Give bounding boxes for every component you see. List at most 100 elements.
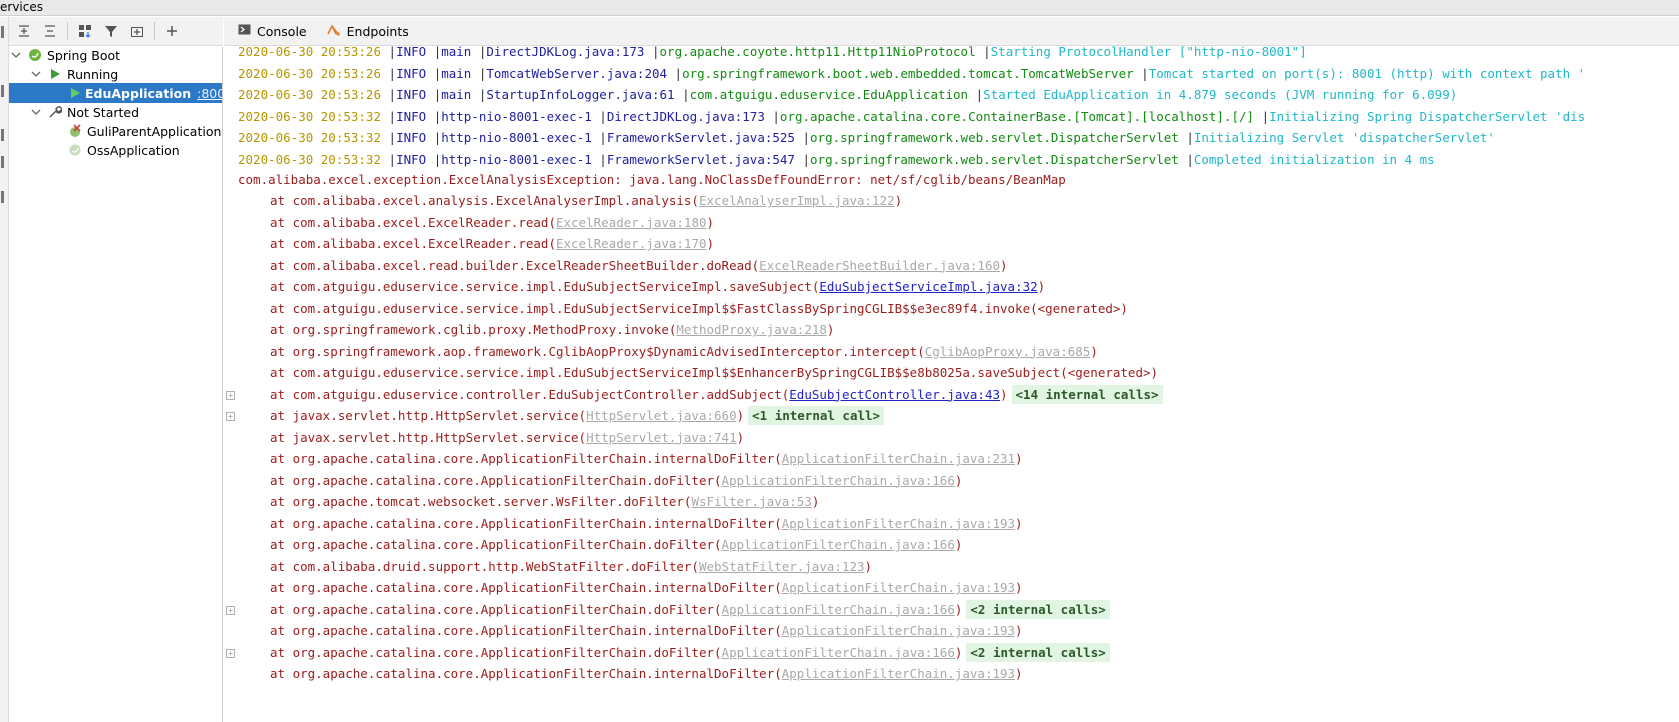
- field-separator: |: [471, 46, 487, 59]
- internal-calls-badge[interactable]: <14 internal calls>: [1011, 384, 1163, 404]
- source-link[interactable]: ApplicationFilterChain.java:193: [782, 623, 1015, 638]
- frame-tail: ): [1090, 343, 1098, 359]
- stack-frame: at org.apache.catalina.core.ApplicationF…: [238, 576, 1023, 599]
- source-link[interactable]: ApplicationFilterChain.java:193: [782, 580, 1015, 595]
- log-level: INFO: [396, 65, 427, 81]
- field-separator: |: [591, 130, 607, 145]
- source-link[interactable]: ApplicationFilterChain.java:166: [722, 645, 955, 660]
- add-service-icon[interactable]: [163, 22, 181, 40]
- log-timestamp: 2020-06-30 20:53:26: [238, 65, 381, 81]
- spring-boot-icon: [27, 47, 43, 63]
- chevron-down-icon[interactable]: [11, 50, 21, 60]
- frame-method: at com.atguigu.eduservice.service.impl.E…: [270, 279, 820, 294]
- frame-tail: ): [1000, 257, 1008, 273]
- frame-method: at com.alibaba.excel.analysis.ExcelAnaly…: [270, 193, 699, 208]
- tab-label: Console: [257, 23, 307, 39]
- field-separator: |: [794, 151, 811, 167]
- fold-expand-icon[interactable]: +: [226, 390, 235, 400]
- frame-method: at org.springframework.aop.framework.Cgl…: [270, 343, 925, 359]
- collapse-all-icon[interactable]: [41, 22, 59, 40]
- stack-frame: at org.apache.catalina.core.ApplicationF…: [238, 619, 1023, 642]
- source-link[interactable]: HttpServlet.java:741: [586, 430, 737, 445]
- group-by-icon[interactable]: [76, 22, 94, 40]
- tree-node-running[interactable]: Running: [9, 64, 222, 84]
- frame-tail: ): [706, 236, 715, 251]
- source-link[interactable]: WebStatFilter.java:123: [699, 559, 865, 574]
- source-link[interactable]: ApplicationFilterChain.java:166: [722, 602, 955, 617]
- log-source: FrameworkServlet.java:547: [606, 151, 795, 167]
- log-logger: org.springframework.boot.web.embedded.to…: [682, 65, 1134, 81]
- internal-calls-badge[interactable]: <2 internal calls>: [966, 599, 1110, 619]
- chevron-down-icon[interactable]: [31, 69, 41, 79]
- fold-expand-icon[interactable]: +: [226, 605, 235, 615]
- log-source: TomcatWebServer.java:204: [486, 65, 668, 81]
- strip-marker[interactable]: [1, 85, 4, 97]
- field-separator: |: [968, 87, 984, 102]
- new-group-icon[interactable]: [128, 22, 146, 40]
- fold-expand-icon[interactable]: +: [226, 648, 235, 658]
- tree-node-spring-boot[interactable]: Spring Boot: [9, 47, 222, 65]
- tree-node-oss-application[interactable]: OssApplication: [9, 140, 222, 160]
- frame-method: at com.alibaba.excel.ExcelReader.read(: [270, 214, 556, 230]
- source-link[interactable]: ExcelReader.java:180: [556, 215, 707, 230]
- source-link[interactable]: EduSubjectController.java:43: [789, 387, 1000, 402]
- log-timestamp: 2020-06-30 20:53:32: [238, 108, 381, 124]
- field-separator: |: [591, 151, 607, 167]
- source-link[interactable]: ApplicationFilterChain.java:166: [722, 537, 955, 552]
- field-separator: |: [674, 87, 690, 102]
- strip-marker[interactable]: [1, 26, 4, 38]
- source-link[interactable]: HttpServlet.java:660: [586, 408, 737, 423]
- source-link[interactable]: CglibAopProxy.java:685: [925, 344, 1091, 359]
- expand-all-icon[interactable]: [15, 22, 33, 40]
- tree-node-not-started[interactable]: Not Started: [9, 102, 222, 122]
- field-separator: |: [1254, 108, 1270, 124]
- source-link[interactable]: ExcelAnalyserImpl.java:122: [699, 193, 895, 208]
- frame-tail: ): [1015, 515, 1023, 531]
- fold-expand-icon[interactable]: +: [226, 412, 235, 421]
- frame-tail: ): [826, 322, 835, 337]
- source-link[interactable]: WsFilter.java:53: [691, 494, 811, 509]
- source-link[interactable]: EduSubjectServiceImpl.java:32: [819, 279, 1037, 294]
- source-link[interactable]: ApplicationFilterChain.java:193: [782, 516, 1015, 531]
- tab-endpoints[interactable]: Endpoints: [326, 23, 409, 39]
- log-level: INFO: [396, 87, 427, 102]
- source-link[interactable]: ApplicationFilterChain.java:166: [722, 473, 955, 488]
- source-link[interactable]: ApplicationFilterChain.java:193: [782, 666, 1015, 681]
- stack-frame: at org.apache.catalina.core.ApplicationF…: [238, 469, 962, 492]
- frame-method: at org.apache.catalina.core.ApplicationF…: [270, 623, 782, 638]
- app-port-link[interactable]: :8001/: [197, 86, 222, 101]
- frame-method: at org.apache.catalina.core.ApplicationF…: [270, 644, 722, 660]
- tree-node-edu-application[interactable]: EduApplication :8001/: [9, 83, 222, 103]
- internal-calls-badge[interactable]: <2 internal calls>: [966, 642, 1110, 662]
- stack-frame: at org.apache.catalina.core.ApplicationF…: [238, 598, 1110, 621]
- source-link[interactable]: ExcelReader.java:170: [556, 236, 707, 251]
- tab-console[interactable]: Console: [238, 23, 307, 39]
- tree-node-guli-parent-application[interactable]: GuliParentApplication: [9, 121, 222, 141]
- console-tabs: Console Endpoints: [224, 17, 1679, 46]
- filter-icon[interactable]: [102, 22, 120, 40]
- log-thread: main: [441, 46, 472, 59]
- log-message: Initializing Spring DispatcherServlet 'd…: [1269, 108, 1586, 124]
- field-separator: |: [1178, 151, 1194, 167]
- source-link[interactable]: ApplicationFilterChain.java:231: [782, 451, 1015, 466]
- log-source: FrameworkServlet.java:525: [606, 130, 795, 145]
- stack-frame: at com.alibaba.druid.support.http.WebSta…: [238, 555, 872, 578]
- log-timestamp: 2020-06-30 20:53:32: [238, 151, 381, 167]
- strip-marker[interactable]: [1, 156, 4, 168]
- console-output[interactable]: 2020-06-30 20:53:26 |INFO |main |DirectJ…: [224, 46, 1679, 722]
- chevron-down-icon[interactable]: [31, 107, 41, 117]
- field-separator: |: [381, 108, 397, 124]
- services-tree: Spring Boot Running EduApplication :8001…: [9, 47, 223, 722]
- source-link[interactable]: ExcelReaderSheetBuilder.java:160: [759, 258, 1000, 273]
- frame-tail: ): [894, 193, 903, 208]
- strip-marker[interactable]: [1, 129, 4, 141]
- frame-tail: ): [1015, 666, 1023, 681]
- source-link[interactable]: MethodProxy.java:218: [676, 322, 827, 337]
- frame-tail: ): [811, 494, 820, 509]
- strip-marker[interactable]: [1, 191, 4, 203]
- field-separator: |: [381, 130, 397, 145]
- tree-node-label: OssApplication: [87, 142, 180, 158]
- frame-method: at org.apache.catalina.core.ApplicationF…: [270, 537, 722, 552]
- internal-calls-badge[interactable]: <1 internal call>: [748, 406, 885, 425]
- services-toolbar: [9, 17, 223, 46]
